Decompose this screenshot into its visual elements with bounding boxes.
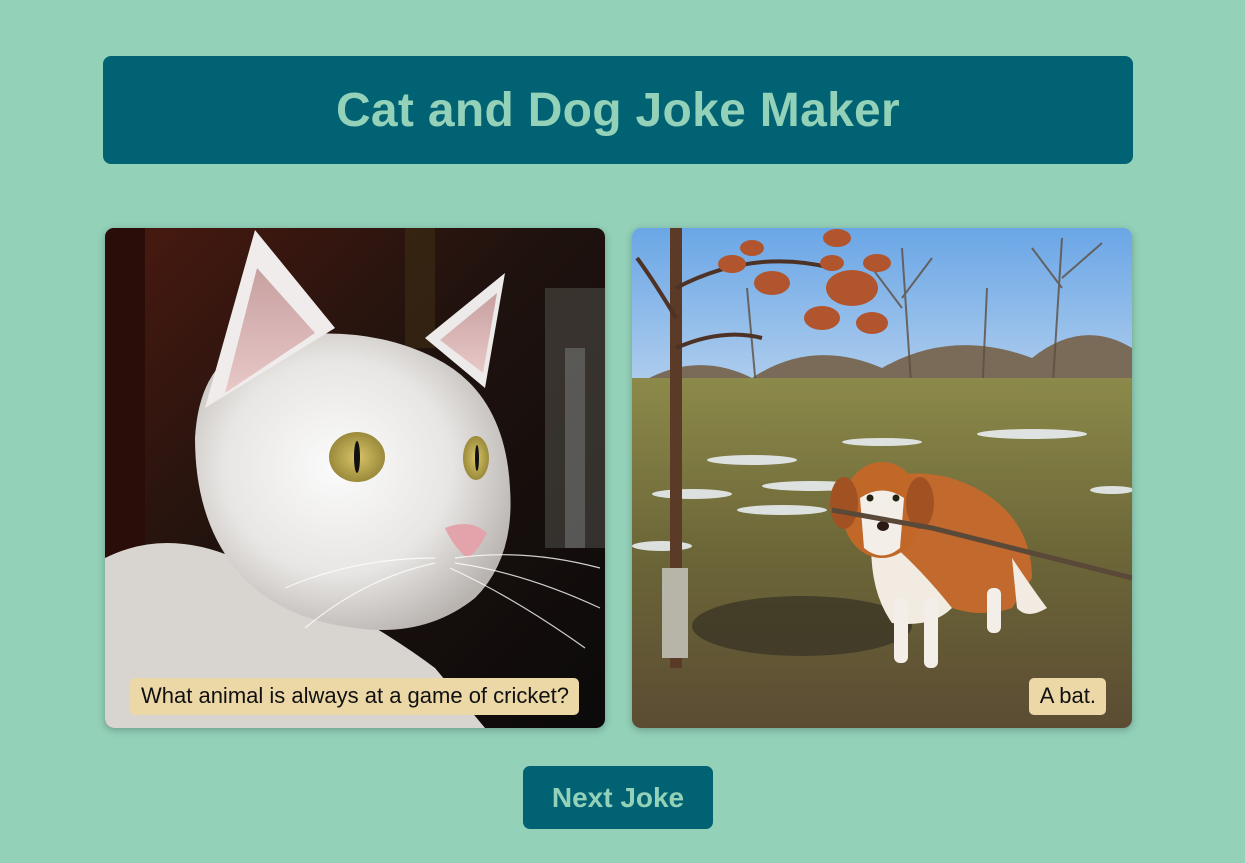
cat-image-card: What animal is always at a game of crick… [105, 228, 605, 728]
joke-question: What animal is always at a game of crick… [130, 678, 579, 715]
app-header: Cat and Dog Joke Maker [103, 56, 1133, 164]
next-joke-button[interactable]: Next Joke [523, 766, 713, 829]
dog-photo [632, 228, 1132, 728]
cat-photo [105, 228, 605, 728]
joke-answer: A bat. [1028, 678, 1106, 715]
dog-image-card: A bat. [632, 228, 1132, 728]
page-title: Cat and Dog Joke Maker [335, 83, 901, 137]
